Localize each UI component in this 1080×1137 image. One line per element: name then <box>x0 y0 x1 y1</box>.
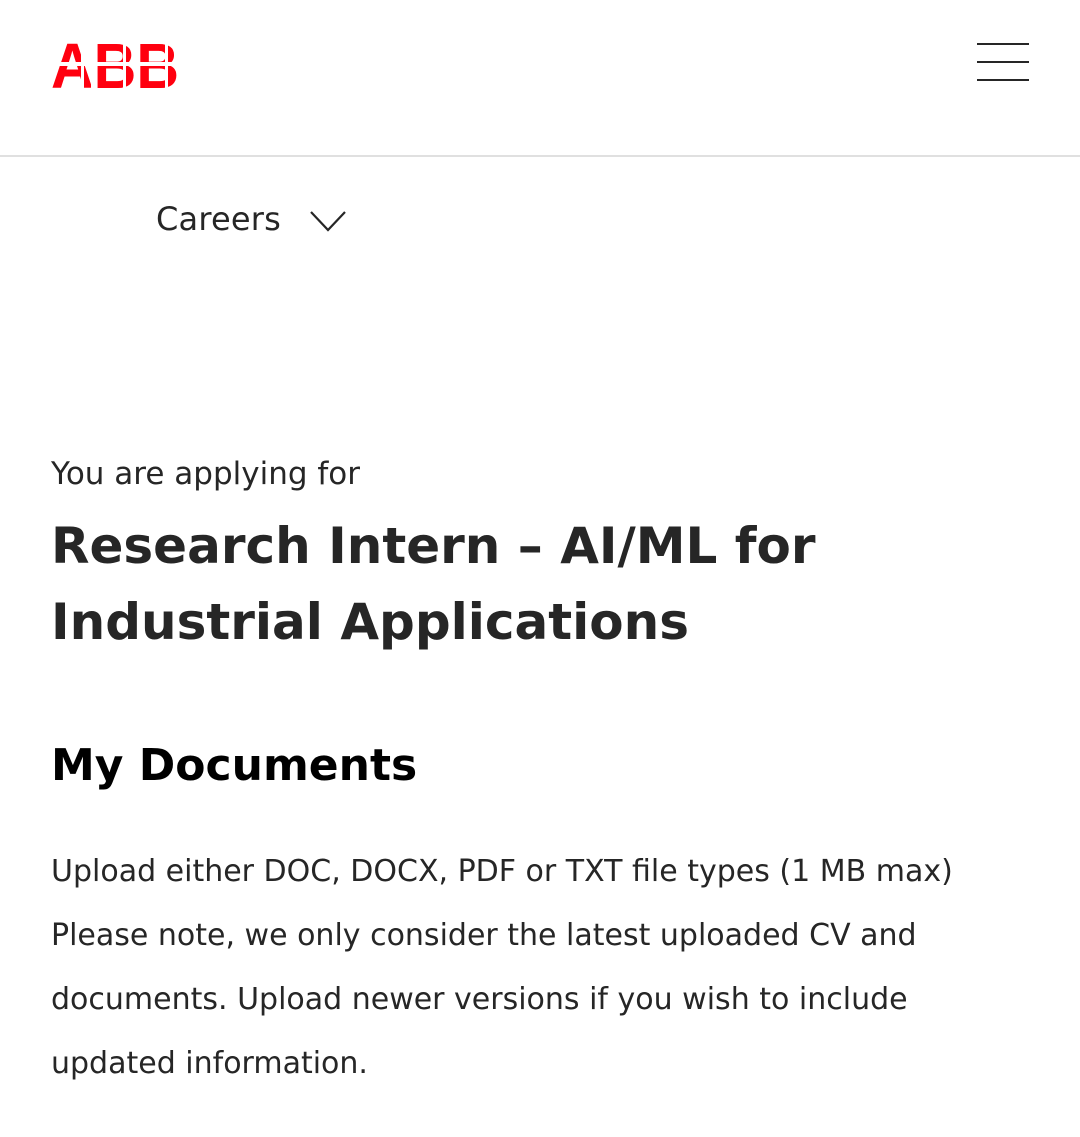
menu-line <box>977 61 1029 63</box>
chevron-down-icon <box>310 211 346 232</box>
menu-line <box>977 79 1029 81</box>
site-header: ABB <box>0 0 1080 157</box>
careers-label: Careers <box>156 200 282 238</box>
applying-for-label: You are applying for <box>51 456 361 492</box>
careers-dropdown[interactable]: Careers <box>156 194 347 244</box>
job-title: Research Intern – AI/ML for Industrial A… <box>51 517 816 651</box>
hamburger-menu-icon[interactable] <box>975 42 1031 84</box>
my-documents-heading: My Documents <box>51 740 418 791</box>
menu-line <box>977 43 1029 45</box>
latest-documents-note: Please note, we only consider the latest… <box>51 918 917 1081</box>
abb-logo-graphic: ABB <box>51 30 179 102</box>
abb-logo[interactable]: ABB <box>51 30 179 102</box>
upload-instructions: Upload either DOC, DOCX, PDF or TXT file… <box>51 840 1031 1096</box>
file-types-note: Upload either DOC, DOCX, PDF or TXT file… <box>51 854 953 889</box>
